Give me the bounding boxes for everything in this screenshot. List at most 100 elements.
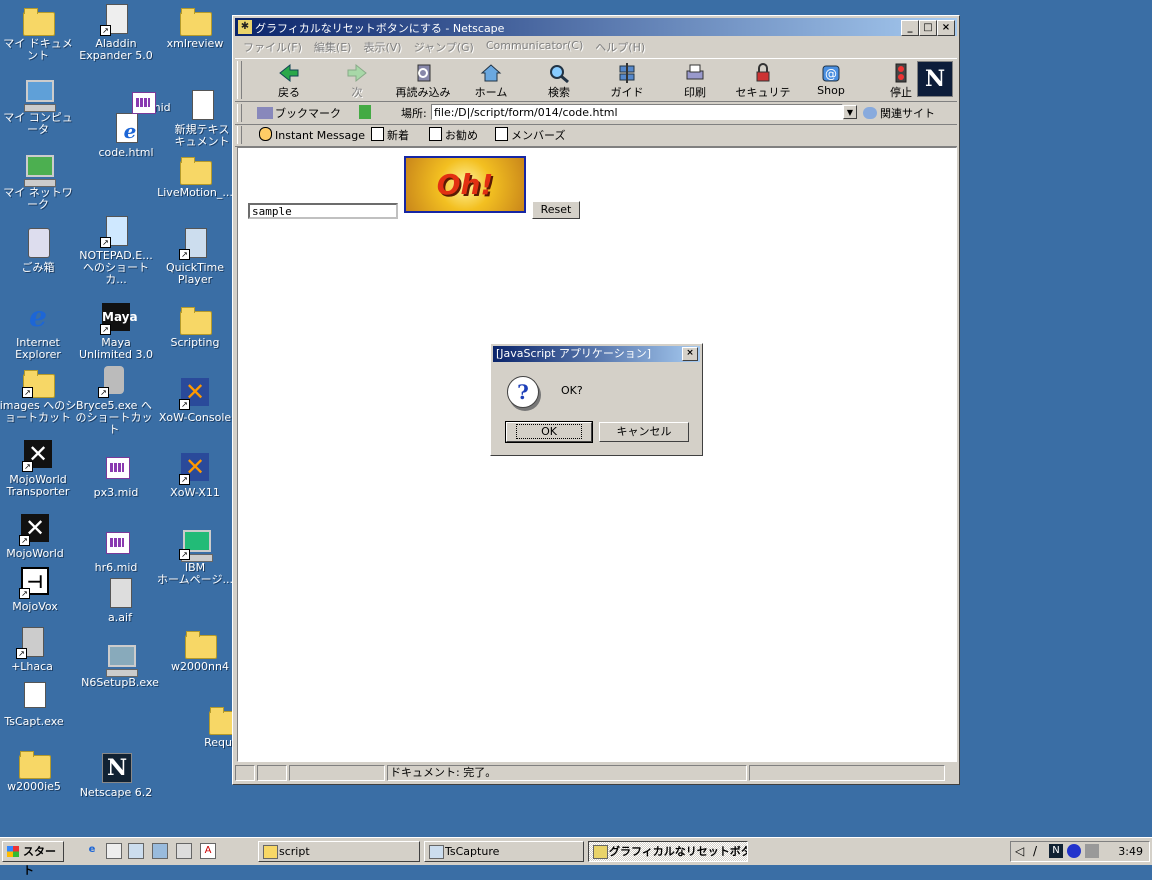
quicktime-quicklaunch-icon[interactable] <box>152 843 168 859</box>
desktop-icon-mojoworld[interactable]: ✕ ↗ MojoWorld <box>0 514 75 560</box>
desktop-icon-scripting[interactable]: Scripting <box>155 303 235 349</box>
desktop-icon-xow-x11[interactable]: ✕ ↗ XoW-X11 <box>155 453 235 499</box>
menu-view[interactable]: 表示(V) <box>357 37 407 55</box>
desktop-icon-xmlreview[interactable]: xmlreview <box>155 4 235 50</box>
svg-text:@: @ <box>825 67 837 81</box>
back-button[interactable]: 戻る <box>259 61 319 99</box>
related-sites-icon <box>863 107 877 119</box>
tray-app-icon[interactable] <box>1067 844 1081 858</box>
security-button[interactable]: セキュリティ <box>733 61 793 115</box>
netscape-logo[interactable]: N <box>917 61 953 97</box>
midi-file-icon <box>126 88 158 120</box>
task-netscape[interactable]: グラフィカルなリセットボタ... <box>588 841 748 862</box>
shop-button[interactable]: @ Shop <box>801 61 861 99</box>
desktop-icon-netscape-62[interactable]: N Netscape 6.2 <box>76 753 156 799</box>
desktop-icon-my-documents[interactable]: マイ ドキュメント <box>0 4 78 62</box>
netscape-tray-icon[interactable]: N <box>1049 844 1063 858</box>
desktop-icon-bryce-shortcut[interactable]: ↗ Bryce5.exe へ のショートカット <box>74 366 154 436</box>
location-input[interactable]: file:/D|/script/form/014/code.html <box>431 104 843 120</box>
toolbar-grip[interactable] <box>237 104 242 122</box>
acrobat-quicklaunch-icon[interactable]: A <box>200 843 216 859</box>
reload-button[interactable]: 再読み込み <box>393 61 453 99</box>
mojoworld-icon: ✕ ↗ <box>19 514 51 546</box>
dialog-ok-button[interactable]: OK <box>505 421 593 443</box>
related-sites-button[interactable]: 関連サイト <box>863 105 935 121</box>
bookmarks-button[interactable]: ブックマーク <box>257 105 341 121</box>
dialog-cancel-button[interactable]: キャンセル <box>599 422 689 442</box>
menu-communicator[interactable]: Communicator(C) <box>480 37 589 55</box>
desktop-icon-n6setup[interactable]: N6SetupB.exe <box>80 643 160 689</box>
toolbar-grip[interactable] <box>237 126 242 144</box>
close-button[interactable]: × <box>937 20 955 36</box>
personal-item-new[interactable]: 新着 <box>371 127 409 143</box>
search-button[interactable]: 検索 <box>529 61 589 99</box>
reset-button[interactable]: Reset <box>532 201 580 219</box>
recycle-bin-icon <box>22 228 54 260</box>
desktop-icon-ibm-homepage[interactable]: ↗ IBM ホームページ... <box>155 528 235 586</box>
desktop-icon-new-text[interactable]: 新規テキス キュメント <box>172 90 232 148</box>
menu-go[interactable]: ジャンプ(G) <box>408 37 480 55</box>
desktop-icon-w2000nn4[interactable]: w2000nn4 <box>170 627 230 673</box>
desktop-icon-a-aif[interactable]: a.aif <box>80 578 160 624</box>
desktop-icon-tscapt[interactable]: TsCapt.exe <box>0 682 74 728</box>
menu-help[interactable]: ヘルプ(H) <box>589 37 651 55</box>
desktop-icon-requ[interactable]: Requ <box>196 703 241 749</box>
system-tray: ◁ / N 3:49 <box>1010 841 1150 862</box>
desktop-icon-recycle-bin[interactable]: ごみ箱 <box>0 228 78 274</box>
pen-icon[interactable]: / <box>1033 844 1037 858</box>
desktop-icon-internet-explorer[interactable]: e Internet Explorer <box>0 303 78 361</box>
desktop-icon-aladdin[interactable]: ↗ Aladdin Expander 5.0 <box>76 4 156 62</box>
location-dropdown-icon[interactable]: ▼ <box>843 105 857 119</box>
minimize-button[interactable]: _ <box>901 20 919 36</box>
task-tscapture[interactable]: TsCapture <box>424 841 584 862</box>
search-label: 検索 <box>548 86 570 99</box>
menu-file[interactable]: ファイル(F) <box>237 37 308 55</box>
keyboard-quicklaunch-icon[interactable] <box>176 843 192 859</box>
desktop-icon-my-computer[interactable]: マイ コンピュータ <box>0 78 78 136</box>
security-status-icon[interactable] <box>235 765 255 781</box>
desktop-icon-my-network[interactable]: マイ ネットワーク <box>0 153 78 211</box>
forward-button[interactable]: 次 <box>327 61 387 99</box>
sample-text-input[interactable]: sample <box>248 203 398 219</box>
volume-icon[interactable]: ◁ <box>1015 844 1024 858</box>
desktop-icon-maya[interactable]: Maya ↗ Maya Unlimited 3.0 <box>76 303 156 361</box>
desktop-icon-notepad-shortcut[interactable]: ↗ NOTEPAD.E... へのショートカ... <box>76 216 156 286</box>
page-proxy-icon[interactable] <box>359 105 371 119</box>
dialog-close-button[interactable]: × <box>682 347 698 361</box>
desktop-quicklaunch-icon[interactable] <box>106 843 122 859</box>
media-quicklaunch-icon[interactable] <box>128 843 144 859</box>
desktop-icon-quicktime[interactable]: ↗ QuickTime Player <box>155 228 235 286</box>
home-icon <box>480 63 502 83</box>
desktop-icon-w2000ie5[interactable]: w2000ie5 <box>0 747 74 793</box>
desktop-icon-0-mid[interactable]: 0.mid <box>112 88 172 114</box>
dialog-title-bar[interactable]: [JavaScript アプリケーション] × <box>493 346 700 362</box>
component-bar[interactable] <box>749 765 945 781</box>
task-script[interactable]: script <box>258 841 420 862</box>
netscape-window-icon[interactable]: ✱ <box>238 20 252 34</box>
oh-image-reset-button[interactable]: Oh! <box>404 156 526 213</box>
ie-quicklaunch-icon[interactable]: e <box>84 843 100 859</box>
maximize-button[interactable]: □ <box>919 20 937 36</box>
desktop-icon-label: MojoVox <box>12 600 58 613</box>
desktop-icon-px3-mid[interactable]: px3.mid <box>76 453 156 499</box>
desktop-icon-hr6-mid[interactable]: hr6.mid <box>76 528 156 574</box>
toolbar-grip[interactable] <box>237 61 242 99</box>
personal-item-instant-message[interactable]: Instant Message <box>259 127 365 142</box>
personal-item-members[interactable]: メンバーズ <box>495 127 565 143</box>
maya-icon: Maya ↗ <box>100 303 138 335</box>
desktop-icon-livemotion[interactable]: LiveMotion_... <box>155 153 235 199</box>
print-button[interactable]: 印刷 <box>665 61 725 99</box>
desktop-icon-xow-console[interactable]: ✕ ↗ XoW-Console <box>155 378 235 424</box>
title-bar[interactable]: ✱ グラフィカルなリセットボタンにする - Netscape _ □ × <box>235 18 957 36</box>
desktop-icon-lhaca[interactable]: ↗ +Lhaca <box>0 627 72 673</box>
start-button[interactable]: スタート <box>2 841 64 877</box>
desktop-icon-mojovox[interactable]: ⊣ ↗ MojoVox <box>0 567 75 613</box>
home-button[interactable]: ホーム <box>461 61 521 99</box>
desktop-icon-mojoworld-transporter[interactable]: ✕ ↗ MojoWorld Transporter <box>0 440 78 498</box>
clock[interactable]: 3:49 <box>1118 845 1143 858</box>
guide-button[interactable]: ガイド <box>597 61 657 99</box>
personal-item-recommended[interactable]: お勧め <box>429 127 478 143</box>
menu-edit[interactable]: 編集(E) <box>308 37 358 55</box>
network-tray-icon[interactable] <box>1085 844 1099 858</box>
desktop-icon-images-shortcut[interactable]: ↗ images へのシ ョートカット <box>0 366 78 424</box>
